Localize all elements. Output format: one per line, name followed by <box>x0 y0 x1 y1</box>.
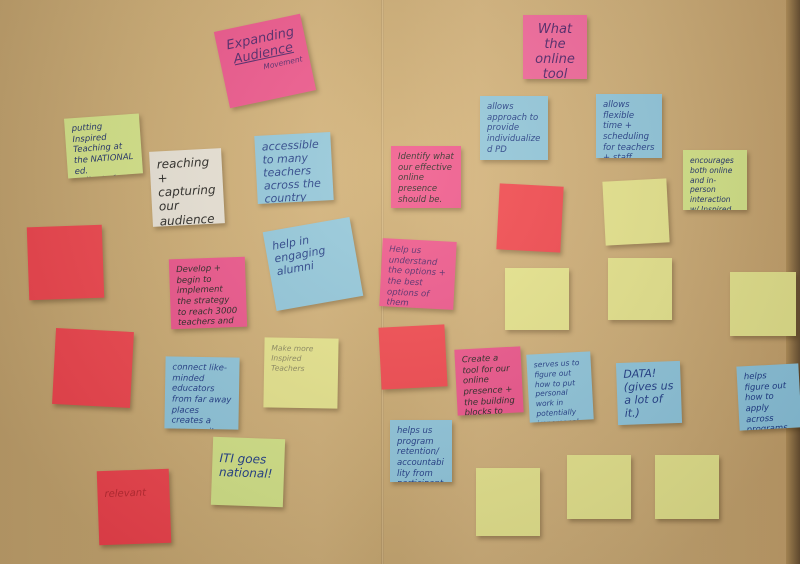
sticky-note-illegible-11 <box>655 455 719 519</box>
sticky-note-help-understand: Help us understand the options + the bes… <box>379 238 457 310</box>
sticky-note-accessible-teachers: accessible to many teachers across the c… <box>254 132 334 204</box>
sticky-note-illegible-3 <box>378 324 448 390</box>
sticky-note-illegible-4 <box>496 183 564 253</box>
sticky-note-illegible-9 <box>476 468 540 536</box>
sticky-note-relevant: relevant <box>96 468 172 546</box>
sticky-note-helps-program: helps us program retention/ accountabili… <box>390 420 452 482</box>
sticky-note-illegible-7 <box>608 258 672 320</box>
sticky-note-iti-national: ITI goes national! <box>210 436 286 508</box>
sticky-note-reaching-capturing: reaching + capturing our audience <box>149 148 225 227</box>
sticky-note-illegible-6 <box>505 268 569 330</box>
sticky-note-illegible-1 <box>26 224 105 301</box>
sticky-note-illegible-5 <box>602 178 670 246</box>
sticky-note-develop-begin: Develop + begin to implement the strateg… <box>168 256 248 330</box>
sticky-note-what-online-tool: What the online tool does <box>523 15 587 79</box>
sticky-note-help-engaging-alumni: help in engaging alumni <box>262 216 364 312</box>
sticky-note-putting-inspired: putting Inspired Teaching at the NATIONA… <box>63 113 144 179</box>
sticky-note-illegible-2 <box>52 328 134 408</box>
sticky-note-illegible-8 <box>730 272 796 336</box>
sticky-note-data-gives: DATA! (gives us a lot of it.) <box>615 360 683 426</box>
sticky-note-helps-figure-apply: helps figure out how to apply across pro… <box>736 363 800 431</box>
sticky-note-make-more: Make more Inspired Teachers <box>263 337 339 409</box>
sticky-note-connect-likeminded: connect like-minded educators from far a… <box>164 356 240 430</box>
sticky-note-serves-figure: serves us to figure out how to put perso… <box>526 351 594 423</box>
sticky-note-identify-online-presence: Identify what our effective online prese… <box>391 146 461 208</box>
sticky-note-expanding-audience: Expanding Audience Movement <box>213 13 317 109</box>
wall-photo: Expanding Audience Movement What the onl… <box>0 0 800 564</box>
sticky-note-create-tool: Create a tool for our online presence + … <box>454 346 524 416</box>
sticky-note-allows-approach: allows approach to provide individualize… <box>480 96 548 160</box>
sticky-note-encourages-both: encourages both online and in-person int… <box>683 150 747 210</box>
sticky-note-allows-flexible: allows flexible time + scheduling for te… <box>596 94 662 158</box>
sticky-note-illegible-10 <box>567 455 631 519</box>
